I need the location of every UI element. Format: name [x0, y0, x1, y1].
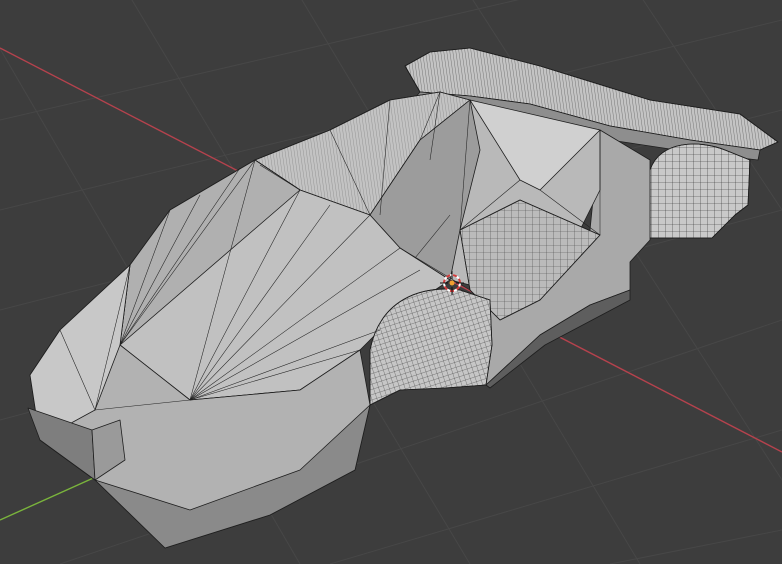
3d-viewport[interactable]: [0, 0, 782, 564]
car-body-mesh[interactable]: [27, 47, 779, 549]
viewport-canvas[interactable]: [0, 0, 782, 564]
